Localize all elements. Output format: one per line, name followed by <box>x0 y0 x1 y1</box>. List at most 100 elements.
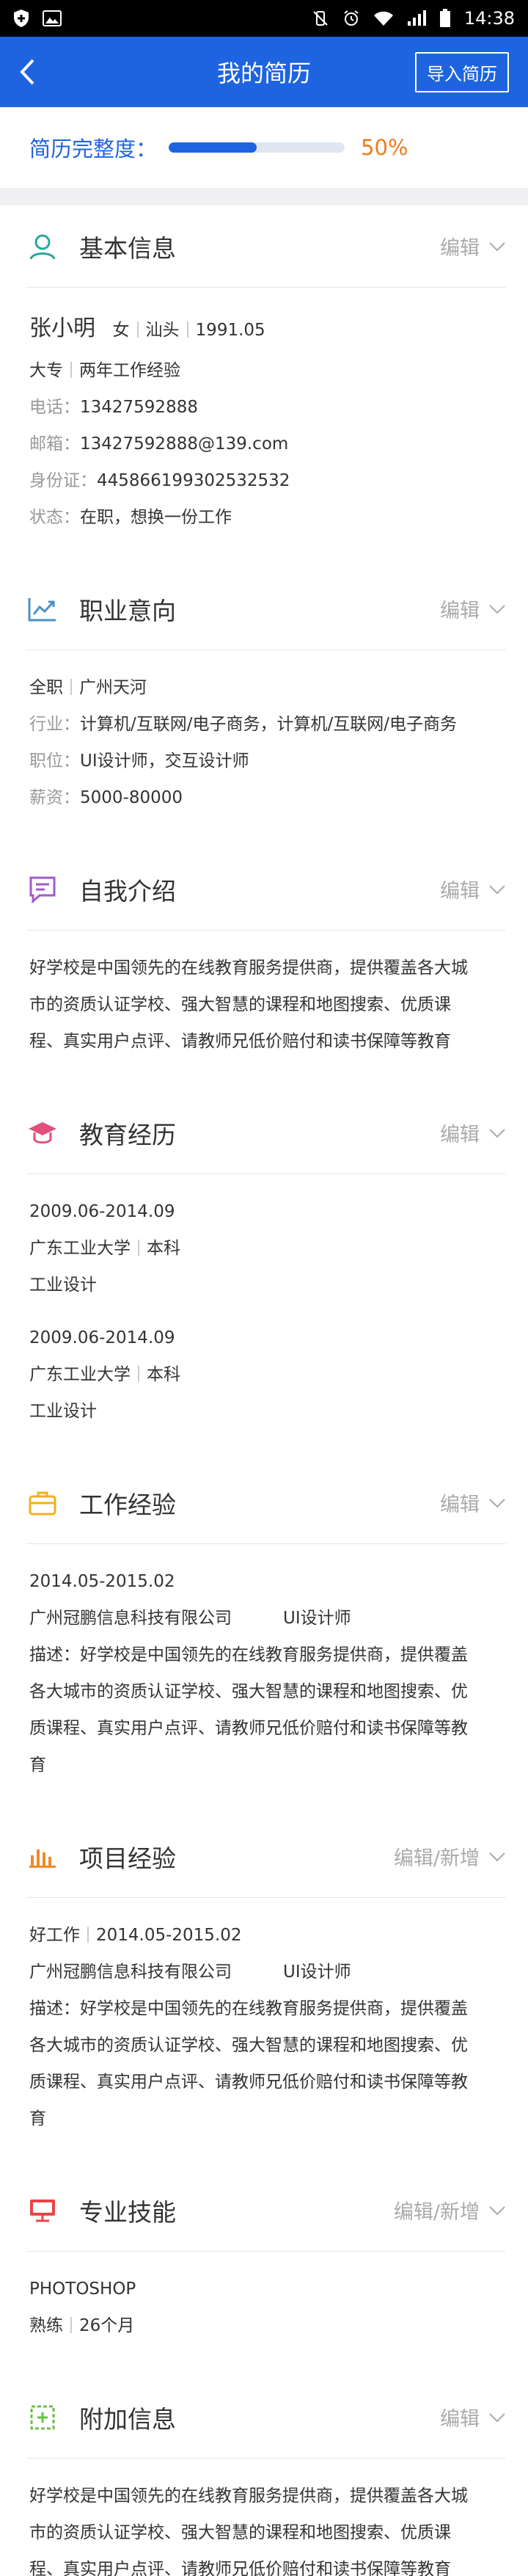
status-time: 14:38 <box>463 8 515 29</box>
extra-line: 好学校是中国领先的在线教育服务提供商，提供覆盖各大城 <box>29 2486 468 2506</box>
edit-education-button[interactable]: 编辑 <box>440 1118 506 1147</box>
project-name-line: 好工作 2014.05-2015.02 <box>29 1917 499 1954</box>
project-company: 广州冠鹏信息科技有限公司 <box>29 1962 232 1982</box>
section-title: 项目经验 <box>79 1844 176 1873</box>
chevron-down-icon <box>489 241 505 251</box>
name-line: 张小明 女汕头 1991.05 <box>29 307 499 352</box>
back-button[interactable] <box>19 50 48 94</box>
work-company-line: 广州冠鹏信息科技有限公司 UI设计师 <box>29 1600 499 1637</box>
email-line: 邮箱：13427592888@139.com <box>29 434 289 454</box>
edit-career-intent-button[interactable]: 编辑 <box>440 594 506 623</box>
edu-level: 本科 <box>147 1365 180 1384</box>
skill-duration: 26个月 <box>79 2316 135 2335</box>
section-basic-info: 基本信息 编辑 张小明 女汕头 1991.05 大专 两年工作经验 电话：13427… <box>0 205 528 568</box>
section-header: 专业技能 编辑/新增 <box>26 2169 506 2252</box>
email: 13427592888@139.com <box>80 434 289 454</box>
section-extra-info: 附加信息 编辑 好学校是中国领先的在线教育服务提供商，提供覆盖各大城 市的资质认… <box>0 2376 528 2576</box>
action-label: 编辑/新增 <box>393 1847 480 1870</box>
section-header: 项目经验 编辑/新增 <box>26 1816 506 1898</box>
section-title: 职业意向 <box>79 596 176 625</box>
edu-major: 工业设计 <box>29 1276 97 1295</box>
section-title: 基本信息 <box>79 233 176 263</box>
chevron-down-icon <box>489 1852 505 1861</box>
section-body: 好学校是中国领先的在线教育服务提供商，提供覆盖各大城 市的资质认证学校、强大智慧… <box>0 2459 528 2576</box>
work-company: 广州冠鹏信息科技有限公司 <box>29 1609 232 1628</box>
job-city: 广州天河 <box>79 678 147 697</box>
education-item: 2009.06-2014.09 广东工业大学 本科 工业设计 <box>29 1320 499 1430</box>
edit-self-intro-button[interactable]: 编辑 <box>440 875 506 903</box>
section-body: 全职 广州天河 行业：计算机/互联网/电子商务，计算机/互联网/电子商务 职位：U… <box>0 650 528 848</box>
comment-icon <box>26 873 59 906</box>
plus-box-icon <box>26 2401 59 2434</box>
chevron-down-icon <box>489 1498 505 1507</box>
intro-line: 程、真实用户点评、请教师兄低价赔付和读书保障等教育 <box>29 1032 451 1051</box>
edit-add-project-button[interactable]: 编辑/新增 <box>394 1842 506 1871</box>
project-desc-line: 质课程、真实用户点评、请教师兄低价赔付和读书保障等教 <box>29 2073 468 2092</box>
completeness-progress-fill <box>169 142 257 153</box>
graduation-cap-icon <box>26 1117 59 1149</box>
project-company-line: 广州冠鹏信息科技有限公司 UI设计师 <box>29 1954 499 1990</box>
completeness-progress-bar <box>169 142 345 153</box>
action-label: 编辑 <box>440 1493 480 1516</box>
bar-chart-icon <box>26 1841 59 1873</box>
job-type-line: 全职 广州天河 <box>29 669 499 706</box>
section-skills: 专业技能 编辑/新增 PHOTOSHOP 熟练 26个月 <box>0 2169 528 2376</box>
industry-line: 行业：计算机/互联网/电子商务，计算机/互联网/电子商务 <box>29 715 457 734</box>
section-body: 好工作 2014.05-2015.02 广州冠鹏信息科技有限公司 UI设计师 描述：… <box>0 1898 528 2169</box>
section-work-experience: 工作经验 编辑 2014.05-2015.02 广州冠鹏信息科技有限公司 UI设计… <box>0 1462 528 1816</box>
industry: 计算机/互联网/电子商务，计算机/互联网/电子商务 <box>80 715 457 734</box>
monitor-icon <box>26 2194 59 2227</box>
gender: 女 <box>112 321 130 340</box>
work-desc-line: 描述：好学校是中国领先的在线教育服务提供商，提供覆盖 <box>29 1645 468 1664</box>
section-title: 教育经历 <box>79 1120 176 1149</box>
work-desc-line: 质课程、真实用户点评、请教师兄低价赔付和读书保障等教 <box>29 1719 468 1738</box>
shield-plus-icon <box>13 9 29 28</box>
action-label: 编辑 <box>440 237 480 260</box>
id-line: 身份证：445866199302532532 <box>29 471 290 490</box>
chevron-down-icon <box>489 1128 505 1138</box>
completeness-label: 简历完整度： <box>29 137 158 161</box>
extra-line: 市的资质认证学校、强大智慧的课程和地图搜索、优质课 <box>29 2523 451 2542</box>
vibrate-off-icon <box>312 10 329 27</box>
edu-level: 本科 <box>147 1239 180 1258</box>
work-years: 两年工作经验 <box>79 361 180 380</box>
trend-chart-icon <box>26 593 59 625</box>
extra-line: 程、真实用户点评、请教师兄低价赔付和读书保障等教育 <box>29 2560 451 2576</box>
resume-completeness: 简历完整度： 50% <box>0 107 528 188</box>
edu-period: 2009.06-2014.09 <box>29 1328 175 1347</box>
edit-extra-info-button[interactable]: 编辑 <box>440 2403 506 2431</box>
edu-school: 广东工业大学 <box>29 1365 131 1384</box>
action-label: 编辑 <box>440 1124 480 1146</box>
salary: 5000-80000 <box>80 788 183 807</box>
alarm-icon <box>342 10 360 27</box>
id-number: 445866199302532532 <box>97 471 290 490</box>
edu-major: 工业设计 <box>29 1402 97 1421</box>
edit-work-experience-button[interactable]: 编辑 <box>440 1488 506 1517</box>
project-period: 2014.05-2015.02 <box>96 1926 242 1945</box>
job-status: 在职，想换一份工作 <box>80 508 232 527</box>
signal-icon <box>407 10 426 26</box>
completeness-value: 50% <box>361 135 408 160</box>
position-line: 职位：UI设计师，交互设计师 <box>29 752 249 771</box>
briefcase-icon <box>26 1487 59 1519</box>
import-resume-button[interactable]: 导入简历 <box>415 51 509 92</box>
section-body: PHOTOSHOP 熟练 26个月 <box>0 2252 528 2376</box>
project-desc-line: 育 <box>29 2109 46 2128</box>
edit-basic-info-button[interactable]: 编辑 <box>440 232 506 261</box>
image-icon <box>43 10 62 26</box>
section-project-experience: 项目经验 编辑/新增 好工作 2014.05-2015.02 广州冠鹏信息科技有限… <box>0 1816 528 2169</box>
edit-add-skill-button[interactable]: 编辑/新增 <box>394 2196 506 2224</box>
action-label: 编辑 <box>440 880 480 903</box>
intro-line: 市的资质认证学校、强大智慧的课程和地图搜索、优质课 <box>29 995 451 1014</box>
action-label: 编辑 <box>440 600 480 622</box>
job-type: 全职 <box>29 678 63 697</box>
section-header: 职业意向 编辑 <box>26 568 506 650</box>
section-header: 自我介绍 编辑 <box>26 848 506 931</box>
section-title: 自我介绍 <box>79 876 176 906</box>
hometown: 汕头 <box>145 321 180 340</box>
phone: 13427592888 <box>80 398 198 417</box>
battery-icon <box>439 9 451 28</box>
section-title: 工作经验 <box>79 1490 176 1519</box>
work-period: 2014.05-2015.02 <box>29 1572 175 1591</box>
resume-screen: 14:38 我的简历 导入简历 简历完整度： 50% 基本信息 编辑 张小明 女… <box>0 0 528 2576</box>
